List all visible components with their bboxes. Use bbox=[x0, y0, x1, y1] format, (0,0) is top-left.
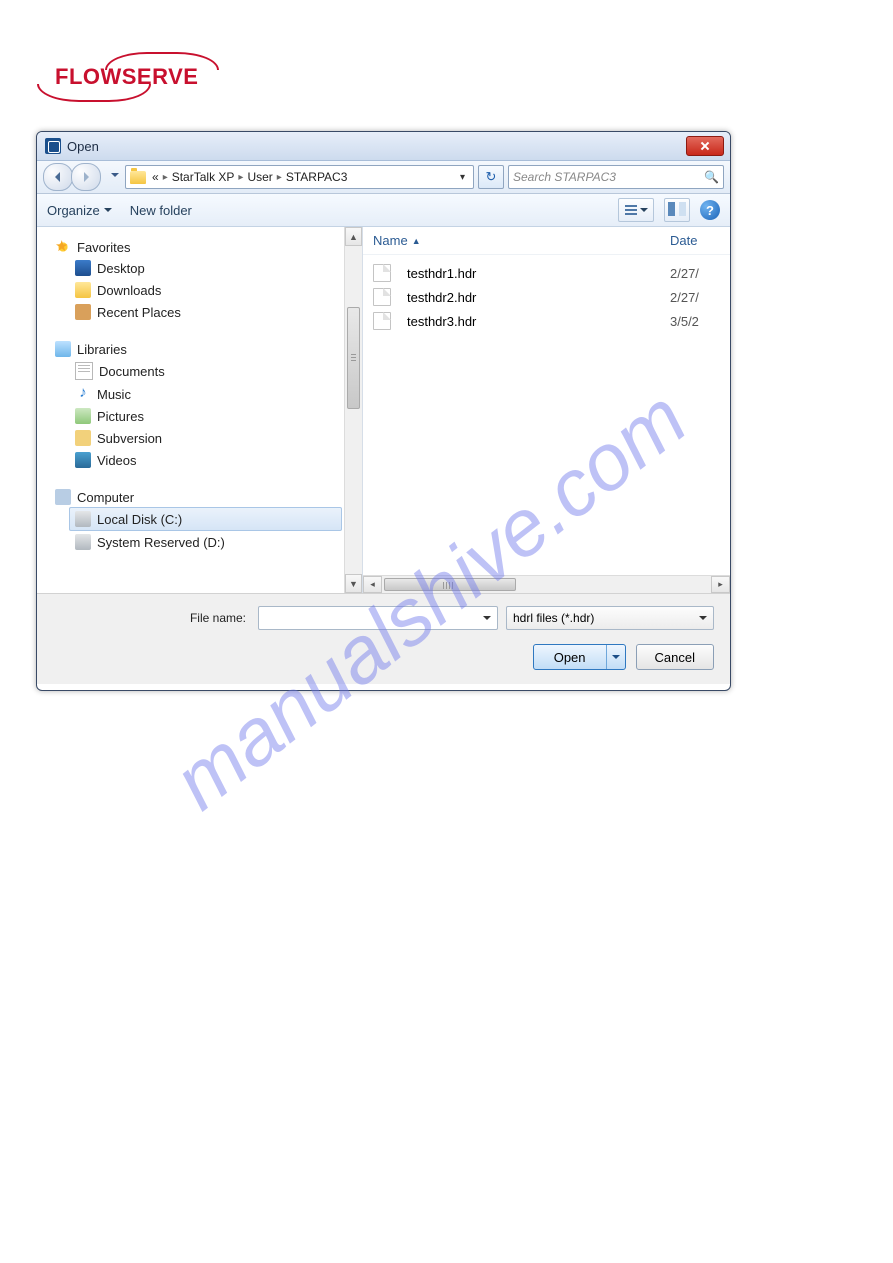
scroll-right-icon[interactable]: ▸ bbox=[711, 576, 730, 593]
breadcrumb-1[interactable]: StarTalk XP bbox=[172, 170, 235, 184]
nav-history-dropdown[interactable] bbox=[109, 164, 121, 190]
scroll-up-icon[interactable]: ▲ bbox=[345, 227, 362, 246]
address-bar[interactable]: « ▸ StarTalk XP ▸ User ▸ STARPAC3 ▾ bbox=[125, 165, 474, 189]
organize-menu[interactable]: Organize bbox=[47, 203, 112, 218]
search-icon: 🔍 bbox=[704, 170, 719, 184]
nav-desktop[interactable]: Desktop bbox=[55, 257, 362, 279]
downloads-icon bbox=[75, 282, 91, 298]
refresh-button[interactable]: ↻ bbox=[478, 165, 504, 189]
nav-row: « ▸ StarTalk XP ▸ User ▸ STARPAC3 ▾ ↻ Se… bbox=[37, 161, 730, 194]
search-input[interactable]: Search STARPAC3 🔍 bbox=[508, 165, 724, 189]
nav-downloads[interactable]: Downloads bbox=[55, 279, 362, 301]
brand-logo: FLOWSERVE bbox=[55, 52, 219, 102]
file-list-header[interactable]: Name ▲ Date bbox=[363, 227, 730, 255]
breadcrumb-prefix: « bbox=[152, 170, 159, 184]
file-horizontal-scrollbar[interactable]: ◂ ▸ bbox=[363, 575, 730, 593]
sort-asc-icon: ▲ bbox=[412, 236, 421, 246]
nav-local-disk-c[interactable]: Local Disk (C:) bbox=[69, 507, 342, 531]
music-icon: ♪ bbox=[75, 386, 91, 402]
nav-scrollbar[interactable]: ▲ ▼ bbox=[344, 227, 362, 593]
navigation-pane: Favorites Desktop Downloads Recent Place… bbox=[37, 227, 363, 593]
nav-videos[interactable]: Videos bbox=[55, 449, 362, 471]
nav-system-reserved-d[interactable]: System Reserved (D:) bbox=[55, 531, 362, 553]
chevron-right-icon: ▸ bbox=[277, 172, 282, 183]
libraries-icon bbox=[55, 341, 71, 357]
pictures-icon bbox=[75, 408, 91, 424]
nav-libraries-header[interactable]: Libraries bbox=[55, 339, 362, 359]
chevron-right-icon: ▸ bbox=[163, 172, 168, 183]
open-dropdown[interactable] bbox=[607, 652, 625, 663]
nav-back-button[interactable] bbox=[43, 163, 73, 191]
scroll-thumb[interactable] bbox=[347, 307, 360, 409]
breadcrumb-dropdown[interactable]: ▾ bbox=[456, 172, 469, 183]
cancel-button[interactable]: Cancel bbox=[636, 644, 714, 670]
breadcrumb-3[interactable]: STARPAC3 bbox=[286, 170, 348, 184]
file-name: testhdr1.hdr bbox=[399, 266, 670, 281]
desktop-icon bbox=[75, 260, 91, 276]
computer-icon bbox=[55, 489, 71, 505]
videos-icon bbox=[75, 452, 91, 468]
open-button[interactable]: Open bbox=[533, 644, 626, 670]
file-icon bbox=[373, 288, 391, 306]
disk-icon bbox=[75, 511, 91, 527]
file-name: testhdr3.hdr bbox=[399, 314, 670, 329]
open-file-dialog: Open « ▸ StarTalk XP ▸ User ▸ STARPAC3 ▾… bbox=[36, 131, 731, 691]
app-icon bbox=[45, 138, 61, 154]
search-placeholder: Search STARPAC3 bbox=[513, 170, 616, 184]
file-name-input[interactable] bbox=[258, 606, 498, 630]
toolbar: Organize New folder ? bbox=[37, 194, 730, 227]
scroll-left-icon[interactable]: ◂ bbox=[363, 576, 382, 593]
breadcrumb-2[interactable]: User bbox=[247, 170, 272, 184]
file-date: 2/27/ bbox=[670, 290, 720, 305]
file-date: 2/27/ bbox=[670, 266, 720, 281]
file-row[interactable]: testhdr1.hdr 2/27/ bbox=[363, 261, 730, 285]
chevron-right-icon: ▸ bbox=[238, 172, 243, 183]
nav-pictures[interactable]: Pictures bbox=[55, 405, 362, 427]
nav-computer-header[interactable]: Computer bbox=[55, 487, 362, 507]
nav-recent-places[interactable]: Recent Places bbox=[55, 301, 362, 323]
preview-pane-button[interactable] bbox=[664, 198, 690, 222]
file-name: testhdr2.hdr bbox=[399, 290, 670, 305]
file-icon bbox=[373, 312, 391, 330]
scroll-down-icon[interactable]: ▼ bbox=[345, 574, 362, 593]
file-row[interactable]: testhdr2.hdr 2/27/ bbox=[363, 285, 730, 309]
nav-favorites-header[interactable]: Favorites bbox=[55, 237, 362, 257]
window-title: Open bbox=[67, 139, 686, 154]
recent-icon bbox=[75, 304, 91, 320]
help-button[interactable]: ? bbox=[700, 200, 720, 220]
disk-icon bbox=[75, 534, 91, 550]
documents-icon bbox=[75, 362, 93, 380]
file-row[interactable]: testhdr3.hdr 3/5/2 bbox=[363, 309, 730, 333]
close-button[interactable] bbox=[686, 136, 724, 156]
star-icon bbox=[55, 239, 71, 255]
titlebar[interactable]: Open bbox=[37, 132, 730, 161]
dialog-footer: File name: hdrl files (*.hdr) Open Cance… bbox=[37, 593, 730, 684]
nav-music[interactable]: ♪Music bbox=[55, 383, 362, 405]
nav-documents[interactable]: Documents bbox=[55, 359, 362, 383]
nav-forward-button[interactable] bbox=[71, 163, 101, 191]
scroll-thumb[interactable] bbox=[384, 578, 516, 591]
column-date[interactable]: Date bbox=[670, 233, 720, 248]
folder-icon bbox=[130, 171, 146, 184]
file-icon bbox=[373, 264, 391, 282]
view-mode-button[interactable] bbox=[618, 198, 654, 222]
file-type-select[interactable]: hdrl files (*.hdr) bbox=[506, 606, 714, 630]
file-list-pane: Name ▲ Date testhdr1.hdr 2/27/ testhdr2.h… bbox=[363, 227, 730, 593]
file-date: 3/5/2 bbox=[670, 314, 720, 329]
new-folder-button[interactable]: New folder bbox=[130, 203, 192, 218]
subversion-icon bbox=[75, 430, 91, 446]
column-name[interactable]: Name bbox=[373, 233, 408, 248]
file-name-label: File name: bbox=[190, 611, 246, 625]
nav-subversion[interactable]: Subversion bbox=[55, 427, 362, 449]
